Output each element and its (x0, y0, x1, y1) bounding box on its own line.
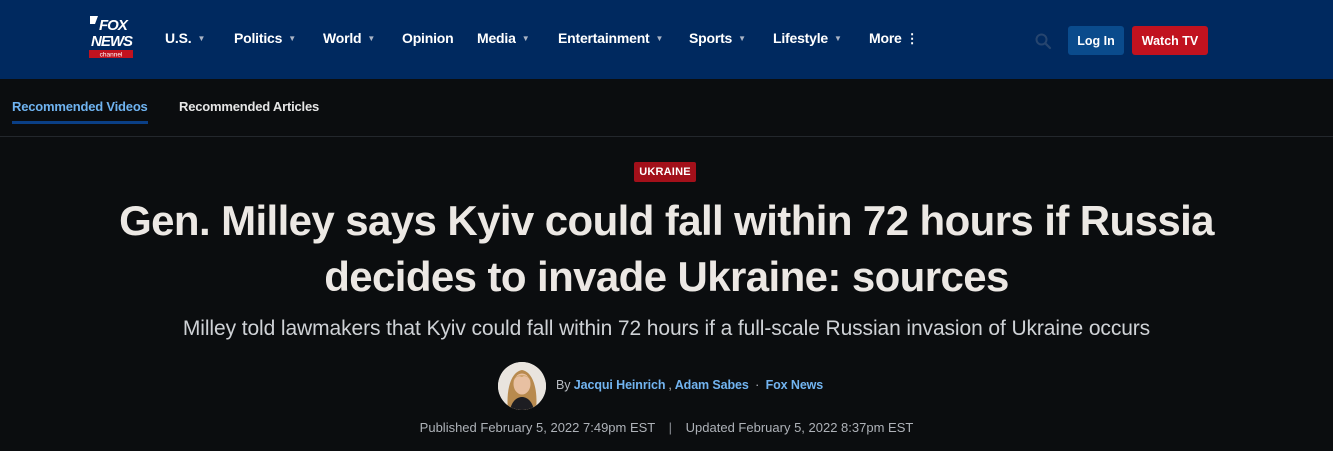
article-byline: By Jacqui Heinrich, Adam Sabes · Fox News (556, 378, 823, 392)
nav-item-opinion[interactable]: Opinion (402, 30, 454, 46)
login-button[interactable]: Log In (1068, 26, 1124, 55)
nav-item-world[interactable]: World ▼ (323, 30, 375, 46)
tab-recommended-videos[interactable]: Recommended Videos (12, 99, 148, 124)
nav-item-lifestyle[interactable]: Lifestyle ▼ (773, 30, 842, 46)
article-dates: Published February 5, 2022 7:49pm EST | … (40, 420, 1293, 435)
search-icon[interactable] (1034, 32, 1052, 50)
nav-item-us[interactable]: U.S. ▼ (165, 30, 205, 46)
fox-news-logo[interactable]: FOX NEWS channel (86, 14, 136, 62)
chevron-down-icon: ▼ (834, 34, 842, 43)
author-link[interactable]: Adam Sabes (675, 378, 749, 392)
author-photo (498, 362, 546, 410)
logo-line2: NEWS (91, 33, 133, 50)
author-avatar[interactable] (498, 362, 546, 410)
tab-recommended-articles[interactable]: Recommended Articles (179, 99, 319, 114)
chevron-down-icon: ▼ (521, 34, 530, 43)
chevron-down-icon: ▼ (738, 34, 746, 43)
logo-line3: channel (100, 52, 123, 59)
recommended-tabs: Recommended Videos Recommended Articles (0, 79, 1333, 137)
article-subheadline: Milley told lawmakers that Kyiv could fa… (182, 317, 1151, 340)
byline-prefix: By (556, 378, 571, 392)
more-vertical-icon: ⋮ (905, 31, 919, 46)
byline-dot: · (755, 378, 760, 392)
nav-item-more[interactable]: More ⋮ (869, 30, 919, 47)
site-header: FOX NEWS channel U.S. ▼ Politics ▼ World ▼ … (0, 0, 1333, 79)
published-date: Published February 5, 2022 7:49pm EST (419, 420, 656, 435)
nav-item-politics[interactable]: Politics ▼ (234, 30, 296, 46)
source-link[interactable]: Fox News (766, 378, 824, 392)
chevron-down-icon: ▼ (197, 34, 206, 43)
author-separator: , (668, 378, 672, 392)
updated-date: Updated February 5, 2022 8:37pm EST (685, 420, 914, 435)
chevron-down-icon: ▼ (288, 34, 296, 43)
watch-tv-button[interactable]: Watch TV (1132, 26, 1208, 55)
logo-line1: FOX (99, 17, 129, 34)
nav-item-sports[interactable]: Sports ▼ (689, 30, 746, 46)
nav-item-entertainment[interactable]: Entertainment ▼ (558, 30, 663, 46)
chevron-down-icon: ▼ (367, 34, 376, 43)
category-badge[interactable]: UKRAINE (634, 162, 696, 182)
date-divider: | (668, 420, 673, 435)
nav-item-media[interactable]: Media ▼ (477, 30, 530, 46)
chevron-down-icon: ▼ (655, 34, 664, 43)
author-link[interactable]: Jacqui Heinrich (574, 378, 666, 392)
article-headline: Gen. Milley says Kyiv could fall within … (119, 197, 1214, 300)
